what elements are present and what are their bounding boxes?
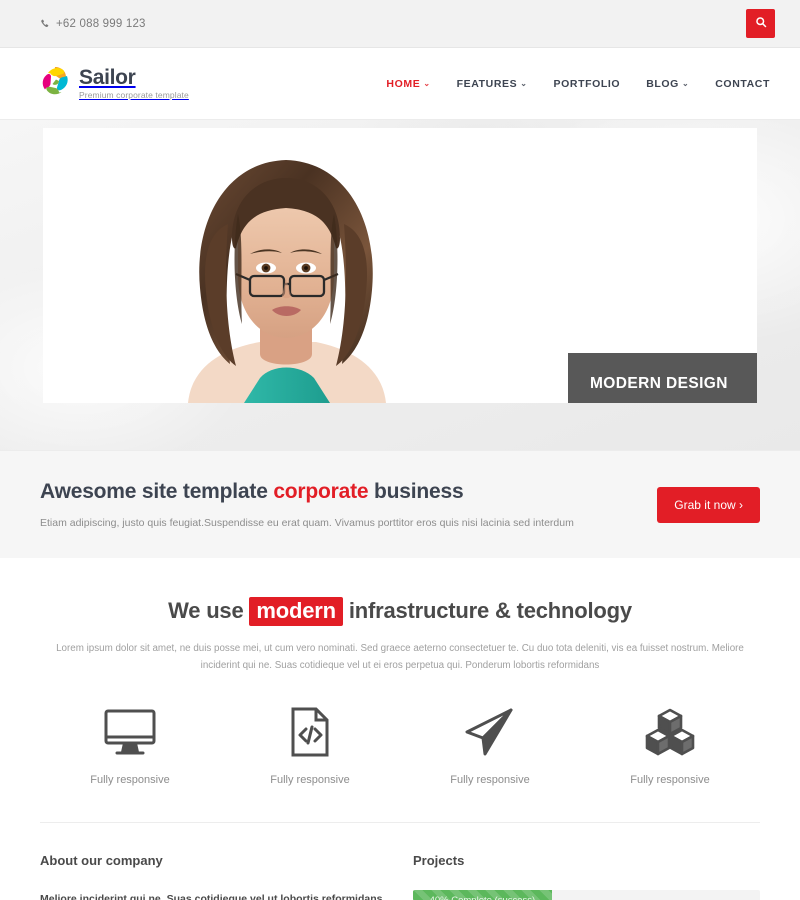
- features-heading-after: infrastructure & technology: [342, 598, 632, 623]
- features-heading: We use modern infrastructure & technolog…: [40, 597, 760, 626]
- feature-label-2: Fully responsive: [270, 774, 350, 786]
- nav-label-blog: BLOG: [646, 77, 679, 90]
- top-bar: +62 088 999 123: [0, 0, 800, 48]
- projects-title: Projects: [413, 853, 465, 868]
- code-file-icon: [289, 704, 331, 760]
- cta-title: Awesome site template corporate business: [40, 480, 657, 504]
- feature-item-2[interactable]: Fully responsive: [220, 704, 400, 786]
- cta-subtitle: Etiam adipiscing, justo quis feugiat.Sus…: [40, 517, 574, 529]
- cta-title-highlight: corporate: [273, 480, 369, 503]
- features-heading-highlight: modern: [249, 597, 343, 626]
- nav-label-contact: CONTACT: [715, 77, 770, 90]
- aperture-logo-icon: [40, 65, 70, 102]
- features-grid: Fully responsive Fully responsive Fully …: [40, 704, 760, 786]
- progress-bar: 40% Complete (success): [413, 890, 552, 900]
- feature-label-3: Fully responsive: [450, 774, 530, 786]
- features-section: We use modern infrastructure & technolog…: [0, 558, 800, 786]
- feature-item-3[interactable]: Fully responsive: [400, 704, 580, 786]
- features-heading-before: We use: [168, 598, 250, 623]
- cubes-icon: [643, 704, 697, 760]
- nav-label-home: HOME: [386, 77, 421, 90]
- chevron-down-icon: ⌄: [520, 79, 528, 88]
- nav-item-contact[interactable]: CONTACT: [715, 78, 770, 90]
- progress-track: 40% Complete (success): [413, 890, 760, 900]
- search-button[interactable]: [746, 9, 775, 38]
- main-nav: HOME ⌄ FEATURES ⌄ PORTFOLIO BLOG ⌄ CONTA…: [386, 78, 770, 90]
- logo-name: Sailor: [79, 66, 136, 90]
- paper-plane-icon: [463, 704, 517, 760]
- feature-item-4[interactable]: Fully responsive: [580, 704, 760, 786]
- nav-item-blog[interactable]: BLOG ⌄: [646, 78, 689, 90]
- chevron-down-icon: ⌄: [423, 79, 431, 88]
- chevron-down-icon: ⌄: [681, 79, 690, 88]
- about-lead-text: Meliore inciderint qui ne. Suas cotidieq…: [40, 893, 383, 900]
- cta-title-after: business: [368, 480, 464, 503]
- slide-caption: MODERN DESIGN Duis fermentum auctor ligu…: [568, 353, 757, 403]
- monitor-icon: [103, 704, 157, 760]
- phone-number: +62 088 999 123: [56, 17, 146, 30]
- logo-link[interactable]: Sailor Premium corporate template: [40, 65, 189, 102]
- nav-item-features[interactable]: FEATURES ⌄: [457, 78, 528, 90]
- hero-slider: MODERN DESIGN Duis fermentum auctor ligu…: [0, 120, 800, 450]
- search-icon: [755, 16, 767, 31]
- cta-title-before: Awesome site template: [40, 480, 274, 503]
- cta-strip: Awesome site template corporate business…: [0, 450, 800, 558]
- feature-label-1: Fully responsive: [90, 774, 170, 786]
- phone-icon: [40, 19, 50, 29]
- slide-photo: [140, 128, 430, 403]
- caption-title: MODERN DESIGN: [590, 375, 728, 392]
- about-title: About our company: [40, 853, 163, 868]
- nav-item-portfolio[interactable]: PORTFOLIO: [554, 78, 621, 90]
- nav-item-home[interactable]: HOME ⌄: [386, 78, 430, 90]
- slide-card: MODERN DESIGN Duis fermentum auctor ligu…: [43, 128, 757, 403]
- caption-text: Duis fermentum auctor ligula ac malesuad…: [590, 402, 738, 403]
- nav-label-portfolio: PORTFOLIO: [553, 77, 621, 90]
- feature-item-1[interactable]: Fully responsive: [40, 704, 220, 786]
- grab-it-now-button[interactable]: Grab it now ›: [657, 486, 760, 523]
- site-header: Sailor Premium corporate template HOME ⌄…: [0, 48, 800, 120]
- nav-label-features: FEATURES: [456, 77, 518, 90]
- features-subtitle: Lorem ipsum dolor sit amet, ne duis poss…: [56, 643, 744, 671]
- projects-column: Projects 40% Complete (success): [413, 853, 760, 900]
- bottom-section: About our company Meliore inciderint qui…: [0, 823, 800, 900]
- about-column: About our company Meliore inciderint qui…: [40, 853, 385, 900]
- logo-tagline: Premium corporate template: [79, 90, 189, 101]
- feature-label-4: Fully responsive: [630, 774, 710, 786]
- phone-contact: +62 088 999 123: [40, 18, 146, 30]
